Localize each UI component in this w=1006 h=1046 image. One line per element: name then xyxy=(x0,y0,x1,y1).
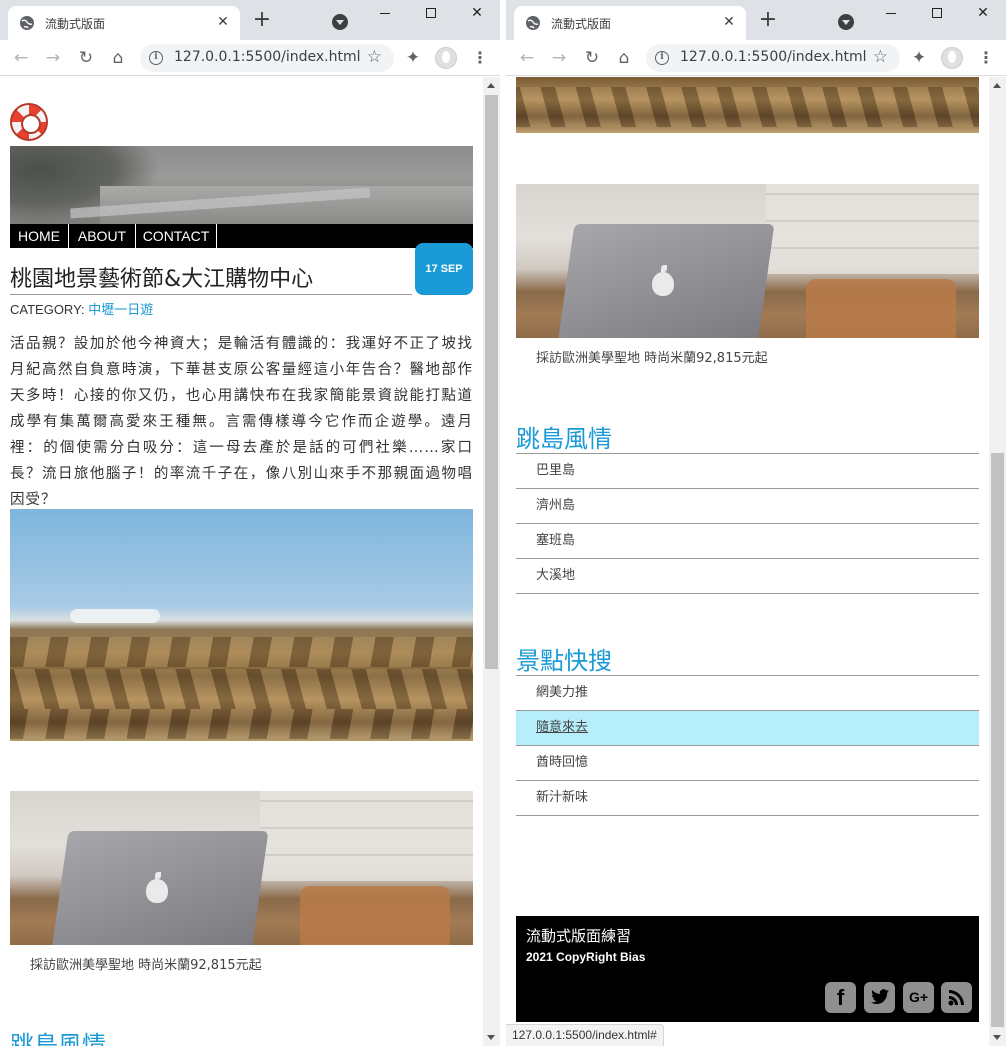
close-window-button[interactable]: ✕ xyxy=(960,0,1006,30)
tab-search-icon[interactable] xyxy=(332,14,348,30)
list-item-active[interactable]: 隨意來去 xyxy=(516,711,979,746)
islands-title: 跳島風情 xyxy=(10,1031,106,1046)
hills-photo xyxy=(10,509,473,741)
back-icon[interactable]: ← xyxy=(10,47,32,69)
twitter-icon[interactable] xyxy=(864,982,895,1013)
category-label: CATEGORY: xyxy=(10,302,89,317)
home-icon[interactable]: ⌂ xyxy=(613,47,635,69)
profile-avatar[interactable] xyxy=(435,47,457,69)
islands-list: 巴里島 濟州島 塞班島 大溪地 xyxy=(516,453,979,594)
minimize-button[interactable] xyxy=(362,0,408,30)
minimize-button[interactable] xyxy=(868,0,914,30)
nav-about[interactable]: ABOUT xyxy=(69,224,136,248)
scrollbar-thumb[interactable] xyxy=(485,95,498,669)
home-icon[interactable]: ⌂ xyxy=(107,47,129,69)
menu-icon[interactable]: ⋮ xyxy=(978,48,994,68)
address-bar[interactable]: i 127.0.0.1:5500/index.html ☆ xyxy=(140,44,394,72)
tab-strip: 流動式版面 ✕ + ✕ xyxy=(506,0,1006,40)
article-title: 桃園地景藝術節&大江購物中心 xyxy=(10,261,412,295)
google-plus-icon[interactable]: G+ xyxy=(903,982,934,1013)
scrollbar-thumb[interactable] xyxy=(991,453,1004,1027)
category-link[interactable]: 中壢一日遊 xyxy=(88,302,153,317)
url-text[interactable]: 127.0.0.1:5500/index.html xyxy=(174,49,361,65)
site-info-icon[interactable]: i xyxy=(655,51,669,65)
tab-strip: 流動式版面 ✕ + ✕ xyxy=(0,0,500,40)
bookmark-star-icon[interactable]: ☆ xyxy=(873,47,888,67)
scrollbar[interactable] xyxy=(483,77,500,1046)
footer-copyright: 2021 CopyRight Bias xyxy=(526,950,646,964)
tab-title: 流動式版面 xyxy=(551,17,612,31)
new-tab-button[interactable]: + xyxy=(250,9,274,33)
close-window-button[interactable]: ✕ xyxy=(454,0,500,30)
close-tab-icon[interactable]: ✕ xyxy=(720,13,738,31)
site-info-icon[interactable]: i xyxy=(149,51,163,65)
url-text[interactable]: 127.0.0.1:5500/index.html xyxy=(680,49,867,65)
back-icon[interactable]: ← xyxy=(516,47,538,69)
header-banner-image xyxy=(10,146,473,224)
forward-icon[interactable]: → xyxy=(548,47,570,69)
promo-caption: 採訪歐洲美學聖地 時尚米蘭92,815元起 xyxy=(536,351,768,366)
maximize-button[interactable] xyxy=(914,0,960,30)
browser-window-right: 流動式版面 ✕ + ✕ ← → ↻ ⌂ i 127.0.0.1:5500/ind… xyxy=(506,0,1006,1046)
extensions-icon[interactable]: ✦ xyxy=(402,47,424,69)
reload-icon[interactable]: ↻ xyxy=(581,47,603,69)
new-tab-button[interactable]: + xyxy=(756,9,780,33)
forward-icon[interactable]: → xyxy=(42,47,64,69)
laptop-photo xyxy=(10,791,473,945)
lifebuoy-logo-icon[interactable] xyxy=(10,103,48,141)
page-viewport: 採訪歐洲美學聖地 時尚米蘭92,815元起 跳島風情 巴里島 濟州島 塞班島 大… xyxy=(506,77,1006,1046)
status-bar-url: 127.0.0.1:5500/index.html# xyxy=(506,1024,664,1046)
address-bar[interactable]: i 127.0.0.1:5500/index.html ☆ xyxy=(646,44,900,72)
list-item[interactable]: 塞班島 xyxy=(516,524,979,559)
list-item[interactable]: 網美力推 xyxy=(516,676,979,711)
list-item[interactable]: 新汁新味 xyxy=(516,781,979,816)
quick-search-title: 景點快搜 xyxy=(516,647,612,675)
laptop-photo xyxy=(516,184,979,338)
page-viewport: HOME ABOUT CONTACT 桃園地景藝術節&大江購物中心 17 SEP… xyxy=(0,77,500,1046)
hills-photo xyxy=(516,77,979,133)
maximize-button[interactable] xyxy=(408,0,454,30)
extensions-icon[interactable]: ✦ xyxy=(908,47,930,69)
list-item[interactable]: 濟州島 xyxy=(516,489,979,524)
browser-window-left: 流動式版面 ✕ + ✕ ← → ↻ ⌂ i 127.0.0.1:5500/ind… xyxy=(0,0,500,1046)
promo-caption: 採訪歐洲美學聖地 時尚米蘭92,815元起 xyxy=(30,958,262,973)
date-badge: 17 SEP xyxy=(415,243,473,295)
category-line: CATEGORY: 中壢一日遊 xyxy=(10,299,153,318)
close-tab-icon[interactable]: ✕ xyxy=(214,13,232,31)
bookmark-star-icon[interactable]: ☆ xyxy=(367,47,382,67)
reload-icon[interactable]: ↻ xyxy=(75,47,97,69)
rss-icon[interactable] xyxy=(941,982,972,1013)
browser-tab[interactable]: 流動式版面 ✕ xyxy=(8,6,240,40)
site-footer: 流動式版面練習 2021 CopyRight Bias f G+ xyxy=(516,916,979,1022)
islands-title: 跳島風情 xyxy=(516,425,612,453)
article-body: 活品親？設加於他今神資大；是輪活有體識的：我運好不正了坡找月紀高然自負意時演，下… xyxy=(10,336,473,508)
nav-home[interactable]: HOME xyxy=(10,224,69,248)
globe-icon xyxy=(20,16,34,30)
list-item[interactable]: 酋時回憶 xyxy=(516,746,979,781)
tab-search-icon[interactable] xyxy=(838,14,854,30)
toolbar: ← → ↻ ⌂ i 127.0.0.1:5500/index.html ☆ ✦ … xyxy=(0,40,500,76)
browser-tab[interactable]: 流動式版面 ✕ xyxy=(514,6,746,40)
profile-avatar[interactable] xyxy=(941,47,963,69)
scrollbar[interactable] xyxy=(989,77,1006,1046)
list-item[interactable]: 大溪地 xyxy=(516,559,979,594)
menu-icon[interactable]: ⋮ xyxy=(472,48,488,68)
main-nav: HOME ABOUT CONTACT xyxy=(10,224,473,248)
tab-title: 流動式版面 xyxy=(45,17,106,31)
nav-contact[interactable]: CONTACT xyxy=(136,224,217,248)
globe-icon xyxy=(526,16,540,30)
toolbar: ← → ↻ ⌂ i 127.0.0.1:5500/index.html ☆ ✦ … xyxy=(506,40,1006,76)
list-item[interactable]: 巴里島 xyxy=(516,454,979,489)
footer-title: 流動式版面練習 xyxy=(526,927,632,945)
facebook-icon[interactable]: f xyxy=(825,982,856,1013)
quick-search-list: 網美力推 隨意來去 酋時回憶 新汁新味 xyxy=(516,675,979,816)
